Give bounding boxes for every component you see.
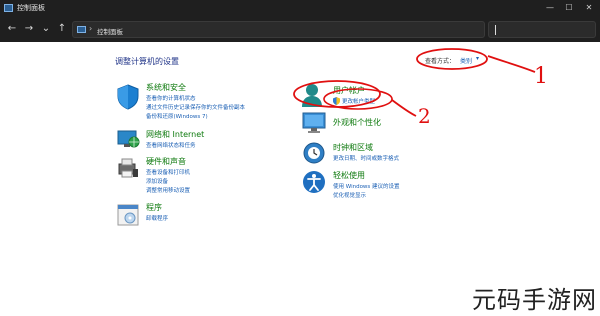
brand-watermark: 元码手游网 xyxy=(472,286,597,314)
annotation-overlay xyxy=(293,48,536,117)
annotation-number-1: 1 xyxy=(534,64,548,89)
annotation-arrow-1 xyxy=(487,55,536,73)
annotation-circle-view-by xyxy=(416,48,488,70)
annotation-circle-user-accounts xyxy=(293,80,381,108)
annotation-arrow-2 xyxy=(391,99,417,117)
annotation-number-2: 2 xyxy=(418,104,431,128)
control-panel-window: 控制面板 — ☐ ✕ ← → ⌄ ↑ › 控制面板 调整计算机的设置 查看方式：… xyxy=(0,0,600,284)
